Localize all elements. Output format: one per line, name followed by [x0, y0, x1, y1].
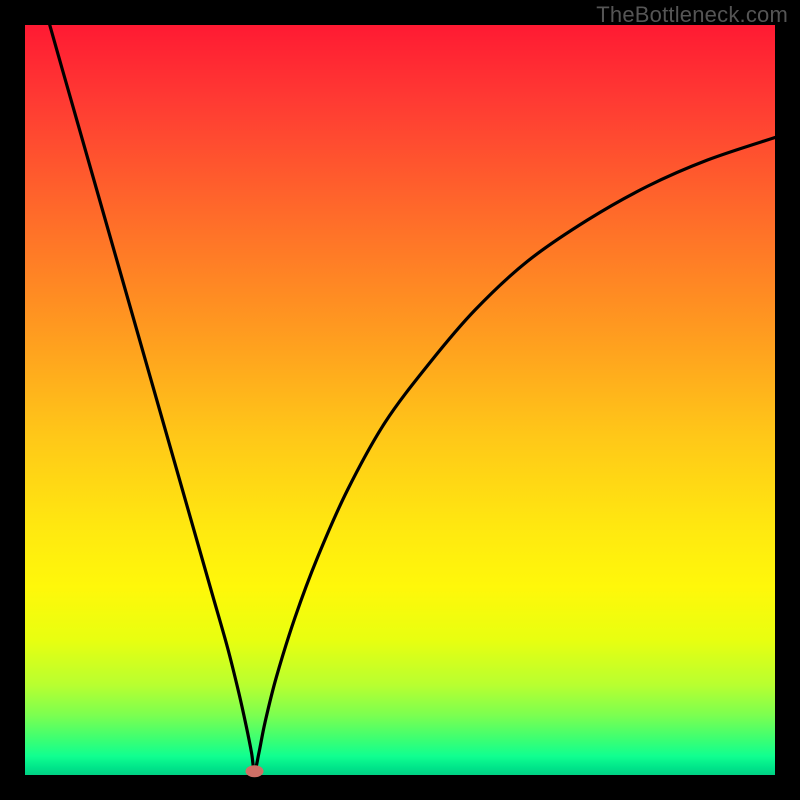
- minimum-marker-icon: [246, 765, 264, 777]
- attribution-text: TheBottleneck.com: [596, 2, 788, 28]
- bottleneck-curve: [25, 25, 775, 775]
- plot-area: [25, 25, 775, 775]
- chart-frame: TheBottleneck.com: [0, 0, 800, 800]
